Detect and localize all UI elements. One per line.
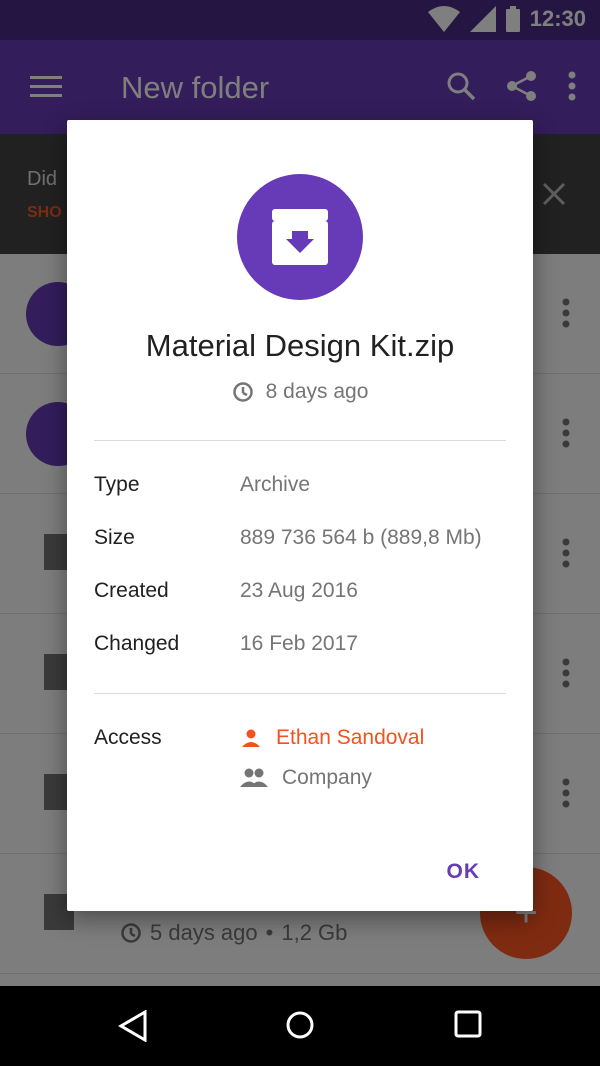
group-name: Company <box>282 766 372 789</box>
detail-label: Changed <box>94 632 180 655</box>
access-label: Access <box>94 726 162 749</box>
archive-icon <box>272 209 328 265</box>
detail-value: 889 736 564 b (889,8 Mb) <box>240 526 482 549</box>
group-icon <box>240 768 268 787</box>
modified-row: 8 days ago <box>67 380 533 404</box>
detail-value: 23 Aug 2016 <box>240 579 358 602</box>
file-avatar <box>237 174 363 300</box>
home-icon[interactable] <box>285 1010 315 1040</box>
modified-ago: 8 days ago <box>265 380 369 403</box>
detail-value: 16 Feb 2017 <box>240 632 358 655</box>
access-owner[interactable]: Ethan Sandoval <box>240 726 424 750</box>
divider <box>94 693 506 694</box>
detail-label: Type <box>94 473 140 496</box>
recents-icon[interactable] <box>454 1010 482 1038</box>
detail-label: Size <box>94 526 135 549</box>
file-info-dialog: Material Design Kit.zip 8 days ago Type … <box>67 120 533 911</box>
file-name: Material Design Kit.zip <box>145 328 455 363</box>
owner-name: Ethan Sandoval <box>276 726 425 749</box>
divider <box>94 440 506 441</box>
ok-button[interactable]: OK <box>447 860 481 884</box>
history-icon <box>232 382 253 402</box>
back-icon[interactable] <box>117 1010 149 1042</box>
system-nav-bar <box>0 986 600 1066</box>
access-group[interactable]: Company <box>240 766 372 790</box>
detail-value: Archive <box>240 473 311 496</box>
person-icon <box>242 729 260 747</box>
detail-label: Created <box>94 579 169 602</box>
